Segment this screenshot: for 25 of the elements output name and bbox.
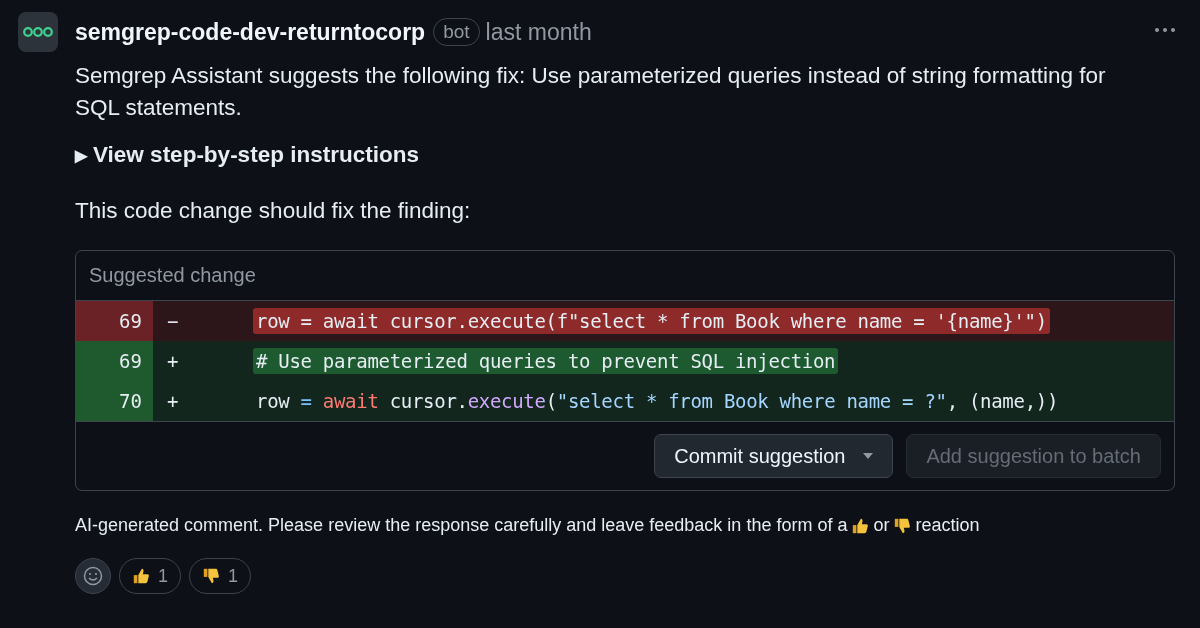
- code-line: row = await cursor.execute("select * from Book where name = ?", (name,)): [255, 389, 1060, 414]
- smiley-icon: [83, 566, 103, 586]
- diff-sign: −: [166, 310, 180, 332]
- avatar[interactable]: [18, 12, 58, 52]
- thumbs-down-icon: [893, 516, 912, 535]
- notice-text: AI-generated comment. Please review the response carefully and leave feedback in the form of a: [75, 515, 848, 536]
- line-number: 69: [76, 341, 153, 381]
- timestamp[interactable]: last month: [485, 18, 592, 46]
- notice-text: reaction: [915, 515, 980, 536]
- diff-sign: +: [166, 390, 180, 412]
- diff-sign: +: [166, 350, 180, 372]
- thumbs-down-icon: [202, 567, 220, 585]
- thumbs-up-icon: [132, 567, 150, 585]
- commit-button[interactable]: Commit suggestion: [654, 434, 894, 478]
- details-toggle[interactable]: ▶ View step-by-step instructions: [75, 142, 1176, 168]
- notice-text: or: [873, 515, 890, 536]
- line-number: 69: [76, 301, 153, 341]
- more-options-icon[interactable]: [1154, 27, 1176, 33]
- line-number: 70: [76, 381, 153, 421]
- comment-text: This code change should fix the finding:: [75, 198, 472, 224]
- logo-icon: [23, 26, 53, 38]
- comment-text: Semgrep Assistant suggests the following fix: Use parameterized queries instead of string formatting for SQL statements.: [75, 62, 1107, 122]
- thumbs-up-icon: [851, 516, 870, 535]
- author-name[interactable]: semgrep-code-dev-returntocorp: [75, 18, 426, 46]
- add-reaction-button[interactable]: [75, 558, 111, 594]
